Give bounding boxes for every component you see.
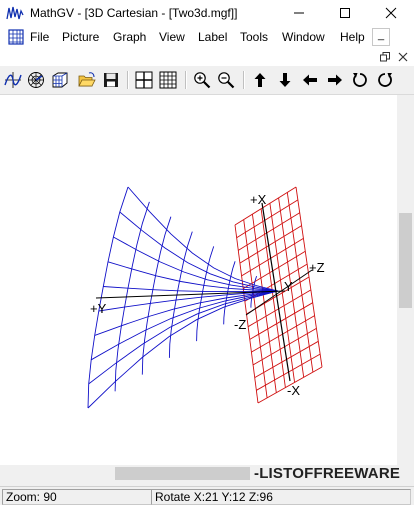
- save-button[interactable]: [100, 69, 122, 91]
- title-bar: MathGV - [3D Cartesian - [Two3d.mgf]]: [0, 0, 414, 26]
- toolbar-separator: [243, 71, 245, 89]
- mdi-minimize-button[interactable]: _: [372, 28, 390, 46]
- toolbar: [0, 66, 414, 95]
- vertical-scroll-thumb[interactable]: [399, 213, 412, 308]
- open-button[interactable]: [76, 69, 98, 91]
- toolbar-separator: [185, 71, 187, 89]
- zoom-in-button[interactable]: [191, 69, 213, 91]
- watermark-text: -LISTOFFREEWARE: [254, 465, 401, 482]
- maximize-button[interactable]: [322, 0, 368, 26]
- zoom-out-button[interactable]: [215, 69, 237, 91]
- save-icon: [104, 73, 118, 87]
- zoom-in-icon: [194, 72, 211, 89]
- menu-view[interactable]: View: [159, 30, 185, 44]
- toolbar-separator: [127, 71, 129, 89]
- polar-graph-button[interactable]: [25, 69, 47, 91]
- plus-x-axis-label: +X: [250, 192, 267, 207]
- polar-graph-icon: [28, 72, 44, 88]
- surface-profile-line: [103, 286, 279, 293]
- graph-canvas[interactable]: +X -X +Y Y +Z -Z: [0, 95, 397, 465]
- 3d-graph-button[interactable]: [49, 69, 71, 91]
- rotate-cw-button[interactable]: [374, 69, 396, 91]
- right-arrow-icon: [328, 74, 342, 86]
- menu-tools[interactable]: Tools: [240, 30, 268, 44]
- zoom-status: Zoom: 90: [2, 489, 152, 505]
- document-icon[interactable]: [7, 29, 25, 45]
- minimize-icon: [294, 12, 304, 14]
- plus-z-axis-label: +Z: [309, 260, 325, 275]
- grid-button[interactable]: [157, 69, 179, 91]
- 2d-graph-icon: [4, 72, 22, 88]
- plane-grid-line: [249, 302, 313, 340]
- minus-x-axis-label: -X: [287, 383, 300, 398]
- menu-help[interactable]: Help: [340, 30, 365, 44]
- app-logo-icon: [6, 6, 24, 20]
- 3d-plot: [87, 186, 323, 409]
- plus-y-axis-label: +Y: [90, 301, 107, 316]
- menu-file[interactable]: File: [30, 30, 49, 44]
- menu-bar: File Picture Graph View Label Tools Wind…: [0, 26, 414, 48]
- move-left-button[interactable]: [299, 69, 321, 91]
- menu-graph[interactable]: Graph: [113, 30, 146, 44]
- status-bar: Zoom: 90 Rotate X:21 Y:12 Z:96: [0, 486, 414, 505]
- menu-window[interactable]: Window: [282, 30, 325, 44]
- menu-picture[interactable]: Picture: [62, 30, 99, 44]
- rotate-cw-icon: [378, 73, 392, 87]
- open-folder-icon: [78, 72, 96, 87]
- mdi-restore-icon[interactable]: [380, 52, 390, 62]
- close-icon: [385, 7, 397, 19]
- surface-profile-line: [119, 211, 279, 292]
- down-arrow-icon: [279, 73, 291, 87]
- rotate-ccw-icon: [353, 73, 367, 87]
- zoom-out-icon: [218, 72, 235, 89]
- mdi-close-icon[interactable]: [398, 52, 408, 62]
- window-title: MathGV - [3D Cartesian - [Two3d.mgf]]: [30, 6, 238, 20]
- up-arrow-icon: [254, 73, 266, 87]
- axes-icon: [135, 71, 153, 89]
- vertical-scrollbar[interactable]: [397, 95, 414, 465]
- move-right-button[interactable]: [324, 69, 346, 91]
- menu-label[interactable]: Label: [198, 30, 227, 44]
- minus-y-axis-label: Y: [284, 279, 293, 294]
- minimize-button[interactable]: [276, 0, 322, 26]
- minus-z-axis-label: -Z: [234, 317, 247, 332]
- 3d-graph-icon: [52, 72, 68, 88]
- move-up-button[interactable]: [249, 69, 271, 91]
- grid-icon: [159, 71, 177, 89]
- move-down-button[interactable]: [274, 69, 296, 91]
- horizontal-scroll-thumb[interactable]: [115, 467, 250, 480]
- mdi-controls-row: [0, 48, 414, 66]
- rotate-status: Rotate X:21 Y:12 Z:96: [151, 489, 411, 505]
- rotate-ccw-button[interactable]: [349, 69, 371, 91]
- maximize-icon: [340, 8, 350, 18]
- axes-button[interactable]: [133, 69, 155, 91]
- 2d-graph-button[interactable]: [2, 69, 24, 91]
- left-arrow-icon: [303, 74, 317, 86]
- close-button[interactable]: [368, 0, 414, 26]
